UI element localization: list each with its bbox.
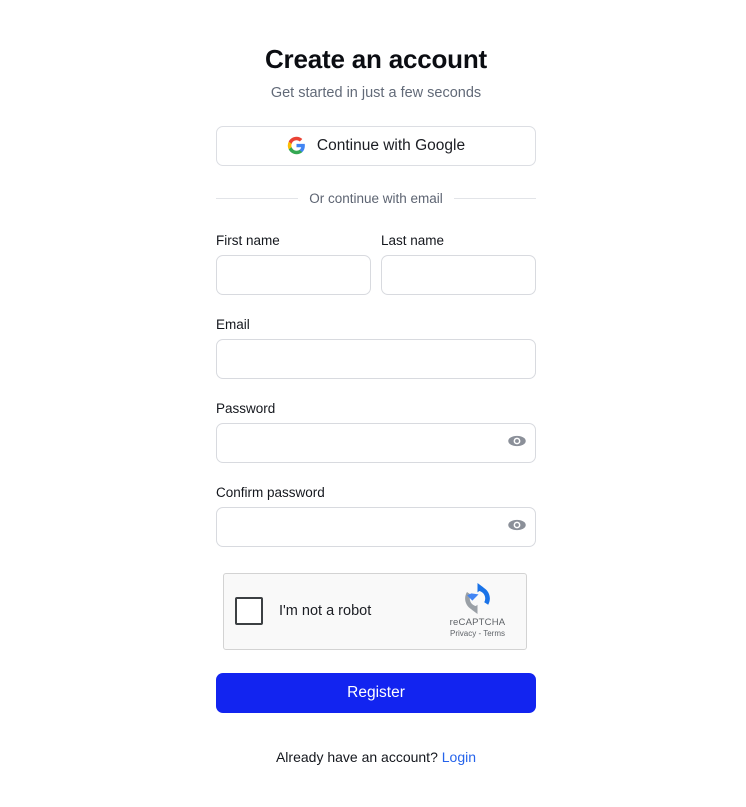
signup-page: Create an account Get started in just a …	[0, 0, 746, 807]
email-input[interactable]	[216, 338, 536, 379]
recaptcha-branding: reCAPTCHA Privacy - Terms	[440, 582, 515, 638]
divider-line-right	[453, 197, 536, 199]
recaptcha-privacy-terms[interactable]: Privacy - Terms	[440, 629, 515, 638]
recaptcha-label: I'm not a robot	[279, 603, 372, 620]
continue-with-google-button[interactable]: Continue with Google	[216, 125, 536, 166]
signup-form-column: Create an account Get started in just a …	[216, 0, 536, 765]
confirm-password-input-wrapper	[216, 506, 536, 547]
email-group: Email	[216, 317, 536, 379]
password-visibility-toggle[interactable]	[507, 433, 527, 453]
last-name-input[interactable]	[381, 254, 536, 295]
continue-with-google-label: Continue with Google	[316, 136, 466, 154]
last-name-label: Last name	[381, 232, 445, 248]
recaptcha-logo-icon	[440, 582, 515, 615]
divider-label: Or continue with email	[309, 190, 443, 206]
recaptcha-brand-name: reCAPTCHA	[449, 616, 506, 628]
password-label: Password	[216, 400, 276, 416]
name-row: First name Last name	[216, 233, 536, 295]
login-prompt: Already have an account? Login	[216, 749, 536, 765]
confirm-password-group: Confirm password	[216, 485, 536, 547]
register-button[interactable]: Register	[216, 672, 536, 713]
password-group: Password	[216, 401, 536, 463]
confirm-password-input[interactable]	[216, 506, 536, 547]
login-prompt-text: Already have an account?	[275, 748, 438, 765]
confirm-password-visibility-toggle[interactable]	[507, 517, 527, 537]
page-subtitle: Get started in just a few seconds	[270, 84, 482, 101]
first-name-group: First name	[216, 233, 371, 295]
page-title: Create an account	[264, 44, 487, 74]
divider: Or continue with email	[216, 191, 536, 206]
first-name-input[interactable]	[216, 254, 371, 295]
google-g-icon	[287, 136, 306, 155]
login-link[interactable]: Login	[442, 749, 476, 765]
recaptcha-checkbox[interactable]	[235, 597, 263, 626]
eye-icon	[507, 431, 527, 454]
password-input[interactable]	[216, 422, 536, 463]
divider-line-left	[216, 197, 299, 199]
first-name-label: First name	[216, 232, 280, 248]
eye-icon	[507, 515, 527, 538]
password-input-wrapper	[216, 422, 536, 463]
confirm-password-label: Confirm password	[216, 484, 325, 500]
recaptcha-widget: I'm not a robot reCAPTCHA Privacy - Term…	[223, 572, 527, 650]
email-label: Email	[216, 316, 250, 332]
last-name-group: Last name	[381, 233, 536, 295]
